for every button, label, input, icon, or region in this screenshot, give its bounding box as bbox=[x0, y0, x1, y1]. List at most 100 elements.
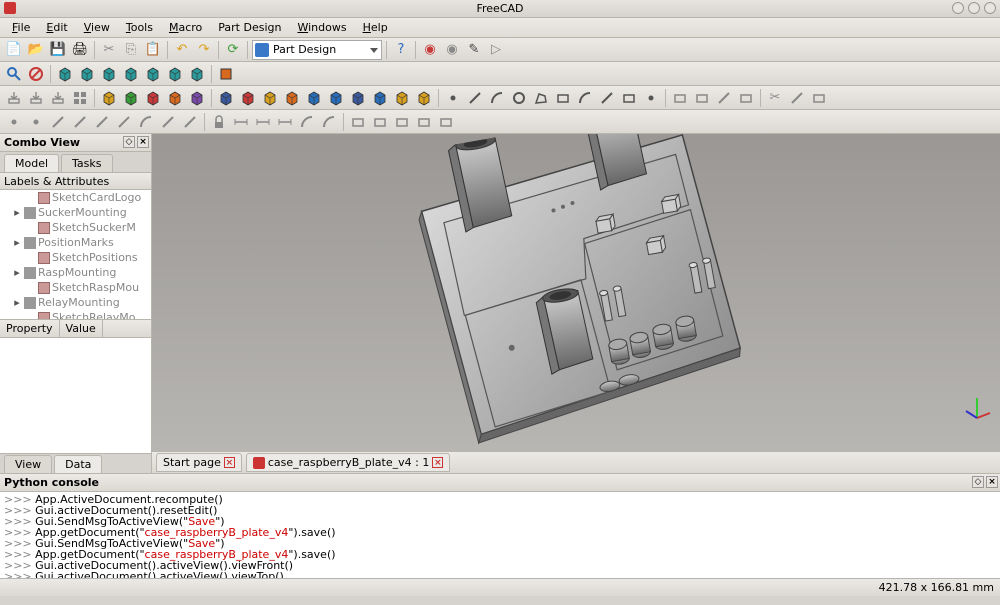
measure-icon[interactable] bbox=[216, 64, 236, 84]
c-eq-icon[interactable] bbox=[158, 112, 178, 132]
c-vert-icon[interactable] bbox=[48, 112, 68, 132]
workbench-selector[interactable]: Part Design bbox=[252, 40, 382, 60]
sketch-line-icon[interactable] bbox=[465, 88, 485, 108]
part-import-icon[interactable] bbox=[4, 88, 24, 108]
part-down-icon[interactable] bbox=[48, 88, 68, 108]
mirror-icon[interactable] bbox=[348, 88, 368, 108]
part-cyl-icon[interactable] bbox=[121, 88, 141, 108]
iso-icon[interactable] bbox=[55, 64, 75, 84]
menu-windows[interactable]: Windows bbox=[289, 19, 354, 36]
panel-close-icon[interactable]: × bbox=[986, 476, 998, 488]
maximize-icon[interactable] bbox=[968, 2, 980, 14]
sketch-misc1-icon[interactable] bbox=[670, 88, 690, 108]
front-icon[interactable] bbox=[77, 64, 97, 84]
sketch-rect-icon[interactable] bbox=[553, 88, 573, 108]
expand-icon[interactable]: ▸ bbox=[12, 266, 22, 279]
tab-document[interactable]: case_raspberryB_plate_v4 : 1 × bbox=[246, 453, 451, 472]
tab-start-page[interactable]: Start page × bbox=[156, 453, 242, 472]
sketch-clip-icon[interactable] bbox=[809, 88, 829, 108]
save-icon[interactable]: 💾 bbox=[48, 40, 68, 60]
fillet-icon[interactable] bbox=[304, 88, 324, 108]
tree-item[interactable]: SketchPositions bbox=[0, 250, 151, 265]
c-horz-icon[interactable] bbox=[70, 112, 90, 132]
c-hdist-icon[interactable] bbox=[231, 112, 251, 132]
part-torus-icon[interactable] bbox=[187, 88, 207, 108]
right-icon[interactable] bbox=[121, 64, 141, 84]
sketch-cut-icon[interactable]: ✂ bbox=[765, 88, 785, 108]
part-sphere-icon[interactable] bbox=[143, 88, 163, 108]
c-vdist-icon[interactable] bbox=[253, 112, 273, 132]
redo-icon[interactable]: ↷ bbox=[194, 40, 214, 60]
groove-icon[interactable] bbox=[282, 88, 302, 108]
polar-icon[interactable] bbox=[392, 88, 412, 108]
edit-macro-icon[interactable]: ✎ bbox=[464, 40, 484, 60]
tree-item[interactable]: SketchSuckerM bbox=[0, 220, 151, 235]
sketch-misc4-icon[interactable] bbox=[736, 88, 756, 108]
linear-icon[interactable] bbox=[370, 88, 390, 108]
c-coincident-icon[interactable] bbox=[4, 112, 24, 132]
menu-help[interactable]: Help bbox=[355, 19, 396, 36]
sketch-arc-icon[interactable] bbox=[487, 88, 507, 108]
c-rad-icon[interactable] bbox=[297, 112, 317, 132]
tree-item[interactable]: SketchRelayMo bbox=[0, 310, 151, 320]
c-point-icon[interactable] bbox=[26, 112, 46, 132]
sketch-ext-icon[interactable] bbox=[619, 88, 639, 108]
help-icon[interactable]: ? bbox=[391, 40, 411, 60]
record-icon[interactable]: ◉ bbox=[420, 40, 440, 60]
sketch-misc2-icon[interactable] bbox=[692, 88, 712, 108]
model-tree[interactable]: SketchCardLogo▸SuckerMountingSketchSucke… bbox=[0, 190, 151, 320]
part-export-icon[interactable] bbox=[26, 88, 46, 108]
stop-icon[interactable]: ◉ bbox=[442, 40, 462, 60]
sketch-con-icon[interactable] bbox=[641, 88, 661, 108]
sketch-dot-icon[interactable] bbox=[443, 88, 463, 108]
part-box-icon[interactable] bbox=[99, 88, 119, 108]
menu-edit[interactable]: Edit bbox=[38, 19, 75, 36]
tab-view[interactable]: View bbox=[4, 455, 52, 473]
c-perp-icon[interactable] bbox=[114, 112, 134, 132]
sketch-circle-icon[interactable] bbox=[509, 88, 529, 108]
tab-data[interactable]: Data bbox=[54, 455, 102, 473]
tree-item[interactable]: SketchRaspMou bbox=[0, 280, 151, 295]
menu-part-design[interactable]: Part Design bbox=[210, 19, 289, 36]
pad-icon[interactable] bbox=[216, 88, 236, 108]
expand-icon[interactable]: ▸ bbox=[12, 206, 22, 219]
run-macro-icon[interactable]: ▷ bbox=[486, 40, 506, 60]
tab-tasks[interactable]: Tasks bbox=[61, 154, 112, 172]
c-ang-icon[interactable] bbox=[319, 112, 339, 132]
cut-icon[interactable]: ✂ bbox=[99, 40, 119, 60]
menu-tools[interactable]: Tools bbox=[118, 19, 161, 36]
c-lock-icon[interactable] bbox=[209, 112, 229, 132]
tree-item[interactable]: SketchCardLogo bbox=[0, 190, 151, 205]
part-grid-icon[interactable] bbox=[70, 88, 90, 108]
part-cone-icon[interactable] bbox=[165, 88, 185, 108]
menu-macro[interactable]: Macro bbox=[161, 19, 210, 36]
c-edit-icon[interactable] bbox=[370, 112, 390, 132]
paste-icon[interactable]: 📋 bbox=[143, 40, 163, 60]
copy-icon[interactable]: ⎘ bbox=[121, 40, 141, 60]
c-tan-icon[interactable] bbox=[136, 112, 156, 132]
rev-icon[interactable] bbox=[260, 88, 280, 108]
tree-item[interactable]: ▸RelayMounting bbox=[0, 295, 151, 310]
chamfer-icon[interactable] bbox=[326, 88, 346, 108]
menu-view[interactable]: View bbox=[76, 19, 118, 36]
panel-undock-icon[interactable]: ◇ bbox=[123, 136, 135, 148]
sketch-poly-icon[interactable] bbox=[531, 88, 551, 108]
sketch-ax-icon[interactable] bbox=[787, 88, 807, 108]
bottom-icon[interactable] bbox=[165, 64, 185, 84]
close-icon[interactable]: × bbox=[432, 457, 443, 468]
multi-icon[interactable] bbox=[414, 88, 434, 108]
refresh-icon[interactable]: ⟳ bbox=[223, 40, 243, 60]
pocket-icon[interactable] bbox=[238, 88, 258, 108]
undo-icon[interactable]: ↶ bbox=[172, 40, 192, 60]
3d-view[interactable] bbox=[152, 134, 1000, 451]
draw-style-icon[interactable] bbox=[26, 64, 46, 84]
panel-undock-icon[interactable]: ◇ bbox=[972, 476, 984, 488]
print-icon[interactable]: 🖨 bbox=[70, 40, 90, 60]
open-file-icon[interactable]: 📂 bbox=[26, 40, 46, 60]
top-icon[interactable] bbox=[99, 64, 119, 84]
fit-all-icon[interactable] bbox=[4, 64, 24, 84]
c-dist-icon[interactable] bbox=[275, 112, 295, 132]
c-new-icon[interactable] bbox=[348, 112, 368, 132]
minimize-icon[interactable] bbox=[952, 2, 964, 14]
rear-icon[interactable] bbox=[143, 64, 163, 84]
